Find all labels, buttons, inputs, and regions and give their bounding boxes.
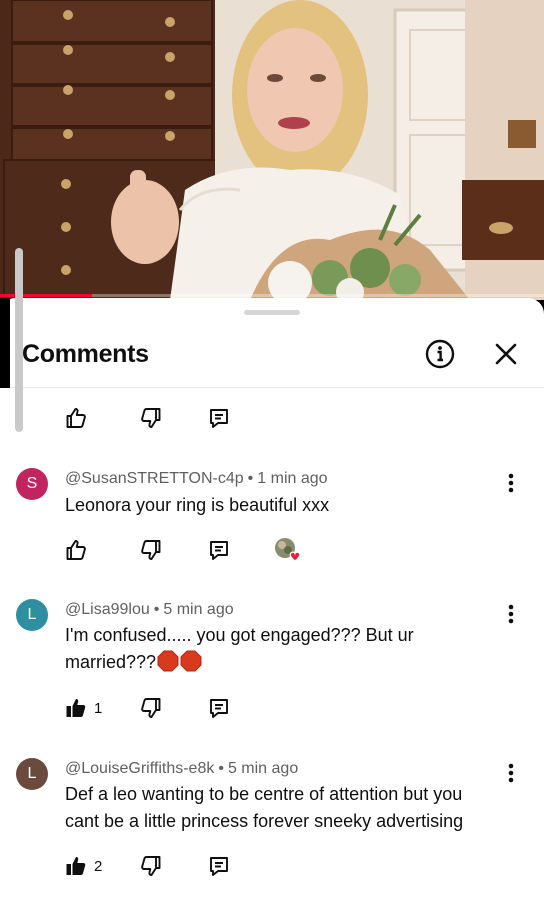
dislike-button[interactable] bbox=[139, 536, 163, 564]
video-player[interactable] bbox=[0, 0, 544, 300]
thumbs-down-icon bbox=[141, 856, 161, 876]
like-button[interactable] bbox=[64, 536, 88, 564]
like-count: 2 bbox=[94, 857, 103, 875]
video-progress-fill bbox=[0, 294, 93, 297]
left-edge-shadow bbox=[0, 298, 10, 388]
creator-heart-icon bbox=[275, 538, 301, 562]
thumbs-up-filled-icon bbox=[66, 857, 86, 875]
stop-sign-emoji-icon bbox=[180, 650, 202, 672]
like-button[interactable] bbox=[64, 404, 88, 432]
comment-meta: @SusanSTRETTON-c4p • 1 min ago bbox=[65, 470, 328, 488]
comment-text-line: cant be a little princess forever sneeky… bbox=[65, 811, 464, 831]
reply-icon bbox=[210, 857, 228, 876]
stop-sign-emoji-icon bbox=[157, 650, 179, 672]
info-button[interactable] bbox=[424, 338, 456, 370]
comment-text-fragment: married??? bbox=[65, 652, 157, 672]
reply-icon bbox=[210, 699, 228, 718]
like-count: 1 bbox=[94, 699, 103, 717]
comment-time: 5 min ago bbox=[227, 760, 299, 777]
reply-button[interactable] bbox=[207, 536, 231, 564]
thumbs-up-icon bbox=[66, 408, 86, 428]
info-icon bbox=[425, 339, 455, 369]
comment-time: 5 min ago bbox=[163, 601, 234, 618]
more-vert-icon bbox=[508, 604, 514, 624]
creator-heart-badge bbox=[274, 537, 301, 562]
avatar[interactable]: L bbox=[16, 599, 48, 631]
reply-button[interactable] bbox=[207, 694, 231, 722]
scrollbar[interactable] bbox=[15, 248, 23, 432]
more-vert-icon bbox=[508, 763, 514, 783]
like-button[interactable]: 1 bbox=[64, 694, 102, 722]
meta-separator: • bbox=[247, 470, 254, 487]
comment-text: Def a leo wanting to be centre of attent… bbox=[65, 781, 515, 835]
comment-time: 1 min ago bbox=[257, 470, 328, 487]
comment-meta: @Lisa99lou • 5 min ago bbox=[65, 601, 234, 619]
comment-text: I'm confused..... you got engaged??? But… bbox=[65, 622, 515, 676]
comment-author[interactable]: @LouiseGriffiths-e8k bbox=[65, 760, 214, 777]
sheet-title: Comments bbox=[22, 340, 149, 368]
comment-text-line: Def a leo wanting to be centre of attent… bbox=[65, 784, 463, 804]
meta-separator: • bbox=[218, 760, 224, 777]
comments-sheet: Comments S @SusanSTRETTON-c4p • 1 min ago bbox=[0, 298, 544, 900]
comment-text: Leonora your ring is beautiful xxx bbox=[65, 495, 330, 515]
meta-separator: • bbox=[153, 601, 160, 618]
avatar[interactable]: L bbox=[16, 758, 48, 790]
more-vert-icon bbox=[508, 473, 514, 493]
drag-handle[interactable] bbox=[244, 310, 300, 315]
avatar[interactable]: S bbox=[16, 468, 48, 500]
thumbs-down-icon bbox=[141, 698, 161, 718]
like-button[interactable]: 2 bbox=[64, 852, 102, 880]
close-button[interactable] bbox=[490, 338, 522, 370]
thumbs-up-filled-icon bbox=[66, 699, 86, 717]
thumbs-down-icon bbox=[141, 540, 161, 560]
video-progress-bar[interactable] bbox=[0, 294, 544, 297]
reply-button[interactable] bbox=[207, 852, 231, 880]
dislike-button[interactable] bbox=[139, 694, 163, 722]
dislike-button[interactable] bbox=[139, 404, 163, 432]
close-icon bbox=[495, 343, 517, 365]
reply-icon bbox=[210, 541, 228, 560]
comment-meta: @LouiseGriffiths-e8k • 5 min ago bbox=[65, 760, 298, 778]
thumbs-up-icon bbox=[66, 540, 86, 560]
dislike-button[interactable] bbox=[139, 852, 163, 880]
reply-button[interactable] bbox=[207, 404, 231, 432]
thumbs-down-icon bbox=[141, 408, 161, 428]
reply-icon bbox=[210, 409, 228, 428]
comment-text-line: I'm confused..... you got engaged??? But… bbox=[65, 625, 414, 645]
comment-text-line: married??? bbox=[65, 649, 515, 676]
video-frame bbox=[0, 0, 544, 300]
comment-author[interactable]: @SusanSTRETTON-c4p bbox=[65, 470, 244, 487]
sheet-header: Comments bbox=[0, 318, 544, 388]
comment-author[interactable]: @Lisa99lou bbox=[65, 601, 150, 618]
